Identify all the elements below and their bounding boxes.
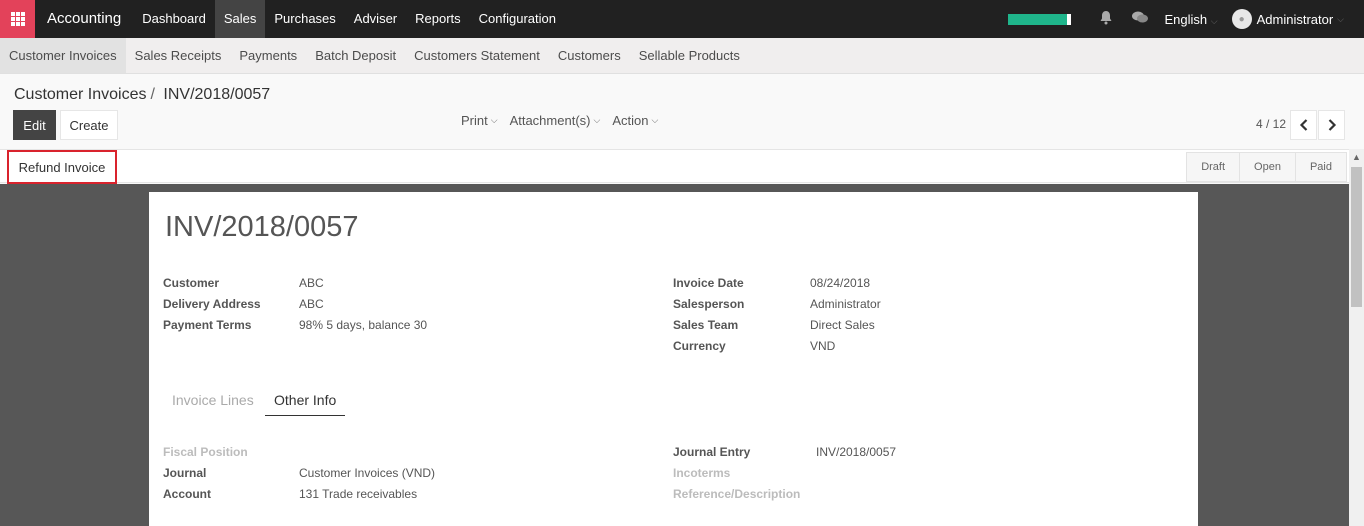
scrollbar-thumb[interactable] [1351, 167, 1362, 307]
attachments-label: Attachment(s) [509, 113, 591, 128]
tab-invoice-lines[interactable]: Invoice Lines [172, 384, 254, 416]
chevron-left-icon [1299, 119, 1307, 131]
user-name: Administrator [1256, 11, 1334, 27]
scrollbar[interactable]: ▲ [1349, 149, 1364, 526]
chevron-down-icon: ⌵ [1210, 15, 1218, 26]
breadcrumb: Customer Invoices / INV/2018/0057 [14, 86, 270, 104]
language-label: English [1164, 11, 1208, 27]
action-dropdown[interactable]: Action ⌵ [612, 113, 658, 128]
chevron-down-icon: ⌵ [490, 115, 498, 125]
top-menu-reports[interactable]: Reports [406, 0, 470, 38]
customer-label: Customer [163, 276, 220, 290]
chevron-down-icon: ⌵ [593, 115, 601, 125]
breadcrumb-parent[interactable]: Customer Invoices [14, 86, 147, 103]
sub-menu: Customer Invoices Sales Receipts Payment… [0, 38, 1364, 74]
reference-description-label: Reference/Description [673, 487, 801, 501]
breadcrumb-separator: / [150, 86, 155, 103]
top-menu-configuration[interactable]: Configuration [470, 0, 565, 38]
sidebar-actions: Print ⌵ Attachment(s) ⌵ Action ⌵ [461, 113, 658, 128]
user-menu[interactable]: ● Administrator ⌵ [1231, 9, 1364, 29]
attachments-dropdown[interactable]: Attachment(s) ⌵ [510, 113, 601, 128]
create-button[interactable]: Create [60, 110, 118, 140]
edit-button[interactable]: Edit [13, 110, 56, 140]
submenu-sales-receipts[interactable]: Sales Receipts [126, 38, 231, 73]
avatar: ● [1231, 9, 1252, 29]
stage-open[interactable]: Open [1240, 153, 1296, 181]
stage-bar: Draft Open Paid [1186, 152, 1347, 182]
invoice-date-label: Invoice Date [673, 276, 744, 290]
invoice-date-value: 08/24/2018 [810, 276, 871, 290]
top-menu-sales[interactable]: Sales [214, 0, 266, 38]
top-menu-dashboard[interactable]: Dashboard [133, 0, 215, 38]
status-bar: Refund Invoice Draft Open Paid [0, 149, 1349, 184]
form-sheet: INV/2018/0057 Customer ABC Delivery Addr… [149, 192, 1198, 526]
stage-draft[interactable]: Draft [1187, 153, 1241, 181]
print-label: Print [461, 113, 488, 128]
apps-menu-button[interactable] [0, 0, 35, 38]
pager-next-button[interactable] [1318, 110, 1345, 140]
journal-entry-value[interactable]: INV/2018/0057 [816, 445, 896, 459]
chevron-down-icon: ⌵ [651, 115, 659, 125]
bell-icon[interactable] [1089, 10, 1123, 29]
payment-terms-value[interactable]: 98% 5 days, balance 30 [299, 318, 427, 332]
salesperson-value[interactable]: Administrator [810, 297, 881, 311]
delivery-address-label: Delivery Address [163, 297, 261, 311]
chat-icon[interactable] [1123, 10, 1157, 28]
incoterms-label: Incoterms [673, 466, 731, 480]
account-label: Account [163, 487, 211, 501]
payment-terms-label: Payment Terms [163, 318, 252, 332]
grid-icon [10, 12, 25, 26]
action-label: Action [612, 113, 649, 128]
pager-previous-button[interactable] [1290, 110, 1317, 140]
main-navbar: Accounting Dashboard Sales Purchases Adv… [0, 0, 1364, 38]
journal-value: Customer Invoices (VND) [299, 466, 436, 480]
submenu-batch-deposit[interactable]: Batch Deposit [306, 38, 405, 73]
breadcrumb-current: INV/2018/0057 [163, 86, 271, 103]
tab-other-info[interactable]: Other Info [265, 384, 346, 416]
account-value[interactable]: 131 Trade receivables [299, 487, 417, 501]
pager-value[interactable]: 4 / 12 [1256, 117, 1286, 131]
top-menu-adviser[interactable]: Adviser [345, 0, 406, 38]
print-dropdown[interactable]: Print ⌵ [461, 113, 498, 128]
customer-value[interactable]: ABC [299, 276, 324, 290]
progress-bar[interactable] [1007, 13, 1071, 25]
chevron-right-icon [1328, 119, 1336, 131]
submenu-customers[interactable]: Customers [549, 38, 630, 73]
language-selector[interactable]: English ⌵ [1157, 12, 1232, 27]
submenu-customers-statement[interactable]: Customers Statement [405, 38, 549, 73]
submenu-customer-invoices[interactable]: Customer Invoices [0, 38, 126, 73]
journal-entry-label: Journal Entry [673, 445, 751, 459]
sales-team-label: Sales Team [673, 318, 739, 332]
chevron-down-icon: ⌵ [1337, 13, 1344, 24]
sales-team-value[interactable]: Direct Sales [810, 318, 875, 332]
control-panel: Customer Invoices / INV/2018/0057 Edit Cr… [0, 74, 1364, 149]
app-name: Accounting [47, 10, 122, 27]
fiscal-position-label: Fiscal Position [163, 445, 248, 459]
currency-value: VND [810, 339, 836, 353]
submenu-sellable-products[interactable]: Sellable Products [630, 38, 749, 73]
journal-label: Journal [163, 466, 207, 480]
scroll-up-icon[interactable]: ▲ [1349, 152, 1364, 164]
delivery-address-value[interactable]: ABC [299, 297, 324, 311]
top-menu: Dashboard Sales Purchases Adviser Report… [133, 0, 565, 38]
navbar-right: English ⌵ ● Administrator ⌵ [1007, 0, 1364, 38]
refund-invoice-button[interactable]: Refund Invoice [7, 150, 117, 184]
top-menu-purchases[interactable]: Purchases [265, 0, 344, 38]
invoice-title: INV/2018/0057 [165, 211, 359, 243]
submenu-payments[interactable]: Payments [230, 38, 306, 73]
stage-paid[interactable]: Paid [1295, 153, 1346, 181]
currency-label: Currency [673, 339, 726, 353]
salesperson-label: Salesperson [673, 297, 745, 311]
